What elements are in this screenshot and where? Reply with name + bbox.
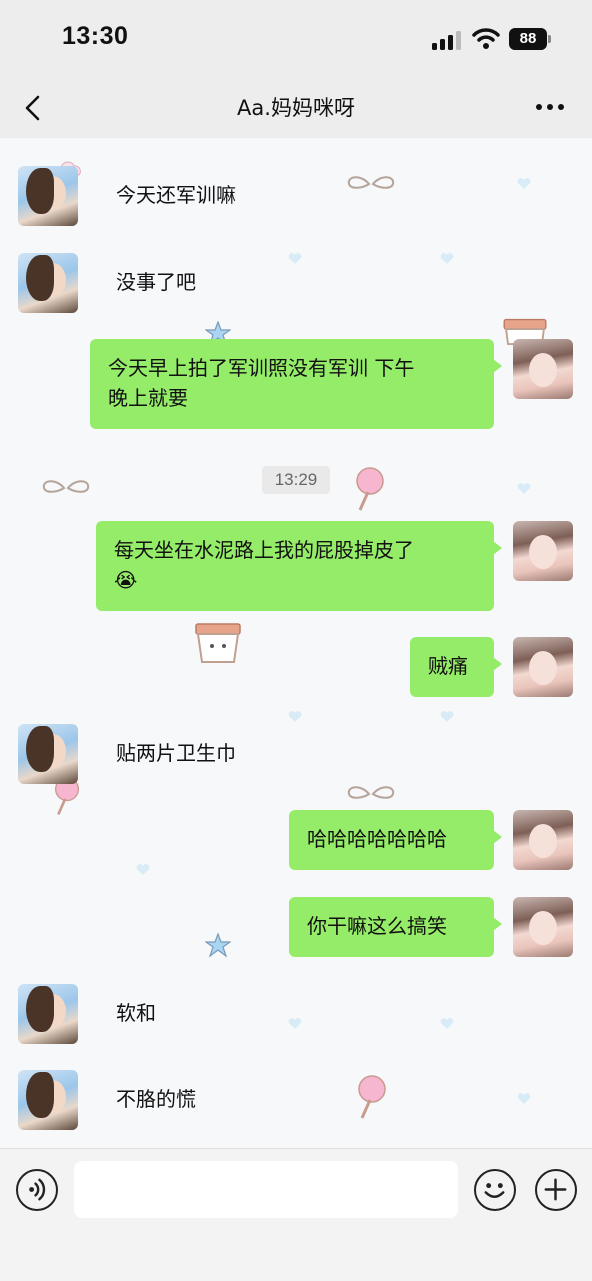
- heart-icon: [440, 1018, 454, 1029]
- self-avatar[interactable]: [513, 339, 573, 399]
- self-avatar[interactable]: [513, 810, 573, 870]
- self-avatar[interactable]: [513, 521, 573, 581]
- message-line: 每天坐在水泥路上我的屁股掉皮了: [114, 538, 414, 562]
- heart-icon: [440, 253, 454, 264]
- message-bubble[interactable]: 你干嘛这么搞笑: [289, 897, 502, 957]
- message-bubble[interactable]: 贼痛: [410, 637, 502, 697]
- emoji-button[interactable]: [474, 1169, 516, 1211]
- message-input[interactable]: [74, 1161, 458, 1218]
- contact-avatar[interactable]: [18, 253, 78, 313]
- heart-icon: [288, 1018, 302, 1029]
- message-text: 没事了吧: [116, 270, 196, 294]
- heart-icon: [288, 711, 302, 722]
- wings-icon: [42, 480, 90, 493]
- smiley-icon: [484, 1183, 505, 1199]
- cotton-candy-icon: [358, 1075, 386, 1119]
- more-dots-icon[interactable]: [536, 104, 566, 112]
- voice-icon: [29, 1178, 46, 1201]
- crying-emoji: 😭: [114, 568, 138, 592]
- message-line: 今天早上拍了军训照没有军训 下午: [108, 356, 415, 380]
- heart-icon: [517, 1093, 531, 1104]
- message-text: 今天还军训嘛: [116, 183, 236, 207]
- heart-icon: [440, 711, 454, 722]
- contact-avatar[interactable]: [18, 724, 78, 784]
- message-bubble[interactable]: 哈哈哈哈哈哈哈: [289, 810, 502, 870]
- status-bar: 13:30 88: [0, 0, 592, 78]
- star-icon: [205, 933, 231, 957]
- message-text: 贴两片卫生巾: [116, 741, 236, 765]
- self-avatar[interactable]: [513, 897, 573, 957]
- contact-avatar[interactable]: [18, 1070, 78, 1130]
- heart-icon: [517, 483, 531, 494]
- add-button[interactable]: [535, 1169, 577, 1211]
- message-bubble[interactable]: 每天坐在水泥路上我的屁股掉皮了 😭: [96, 521, 502, 611]
- message-text: 不胳的慌: [116, 1087, 196, 1111]
- contact-avatar[interactable]: [18, 984, 78, 1044]
- signal-icon: [432, 30, 462, 50]
- message-text: 软和: [116, 1001, 156, 1025]
- cat-basket-icon: [195, 623, 241, 663]
- message-line: 晚上就要: [108, 386, 188, 410]
- chat-title: Aa.妈妈咪呀: [237, 96, 355, 120]
- battery-tip: [548, 35, 551, 43]
- heart-icon: [288, 253, 302, 264]
- heart-icon: [517, 178, 531, 189]
- message-bubble[interactable]: 今天早上拍了军训照没有军训 下午 晚上就要: [90, 339, 502, 429]
- nav-bar: Aa.妈妈咪呀: [0, 78, 592, 138]
- battery-indicator: 88: [509, 28, 547, 50]
- wings-icon: [347, 786, 395, 799]
- wings-icon: [347, 176, 395, 189]
- heart-icon: [136, 864, 150, 875]
- self-avatar[interactable]: [513, 637, 573, 697]
- plus-icon: [544, 1178, 567, 1201]
- contact-avatar[interactable]: [18, 166, 78, 226]
- timestamp: 13:29: [262, 466, 330, 494]
- wifi-icon: [472, 28, 500, 49]
- cotton-candy-icon: [356, 467, 384, 511]
- status-time: 13:30: [62, 22, 129, 50]
- chat-area[interactable]: 今天还军训嘛 没事了吧 今天早上拍了军训照没有军训 下午 晚上就要 13:29 …: [0, 138, 592, 1148]
- voice-button[interactable]: [16, 1169, 58, 1211]
- input-bar: [0, 1148, 592, 1281]
